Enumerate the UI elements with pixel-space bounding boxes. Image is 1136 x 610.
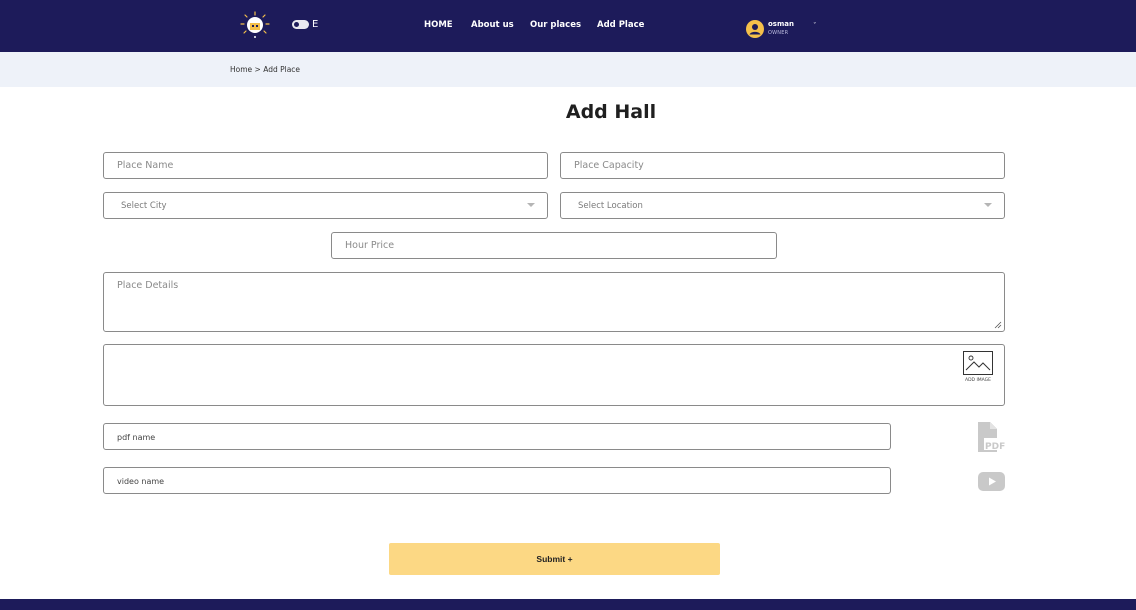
nav-our-places-link[interactable]: Our places	[530, 20, 581, 30]
video-name-value: video name	[117, 477, 165, 486]
place-capacity-placeholder: Place Capacity	[574, 160, 644, 171]
pdf-icon[interactable]: PDF	[976, 422, 1006, 452]
youtube-icon[interactable]	[978, 472, 1005, 491]
nav-home-link[interactable]: HOME	[424, 20, 453, 30]
place-details-placeholder: Place Details	[117, 280, 179, 291]
chevron-down-icon[interactable]: ˇ	[813, 22, 817, 30]
location-select[interactable]: Select Location	[560, 192, 1005, 219]
city-select[interactable]: Select City	[103, 192, 548, 219]
resize-handle-icon[interactable]	[994, 321, 1002, 329]
video-name-input[interactable]: video name	[103, 467, 891, 494]
user-name[interactable]: osman	[768, 20, 794, 28]
pdf-name-input[interactable]: pdf name	[103, 423, 891, 450]
theme-toggle-icon[interactable]	[292, 20, 309, 29]
place-name-placeholder: Place Name	[117, 160, 174, 171]
city-select-value: Select City	[121, 201, 167, 211]
image-upload-area[interactable]: ADD IMAGE	[103, 344, 1005, 406]
language-switch[interactable]: E	[312, 19, 318, 31]
location-select-value: Select Location	[578, 201, 643, 211]
add-image-icon[interactable]	[963, 351, 993, 375]
place-name-input[interactable]: Place Name	[103, 152, 548, 179]
place-capacity-input[interactable]: Place Capacity	[560, 152, 1005, 179]
pdf-name-value: pdf name	[117, 433, 156, 442]
nav-add-place-link[interactable]: Add Place	[597, 20, 644, 30]
user-avatar-icon[interactable]	[746, 20, 764, 38]
user-role: OWNER	[768, 30, 789, 36]
logo-icon[interactable]	[239, 11, 271, 39]
place-details-textarea[interactable]: Place Details	[103, 272, 1005, 332]
pdf-icon-label: PDF	[985, 442, 1005, 452]
nav-about-link[interactable]: About us	[471, 20, 514, 30]
breadcrumb[interactable]: Home > Add Place	[230, 65, 300, 74]
chevron-down-icon	[527, 203, 535, 207]
breadcrumb-bar	[0, 52, 1136, 87]
hour-price-placeholder: Hour Price	[345, 240, 395, 251]
hour-price-input[interactable]: Hour Price	[331, 232, 777, 259]
page-title: Add Hall	[565, 101, 657, 123]
submit-button[interactable]: Submit +	[389, 543, 720, 575]
footer-bar	[0, 599, 1136, 610]
chevron-down-icon	[984, 203, 992, 207]
submit-label: Submit +	[536, 554, 573, 564]
add-image-label: ADD IMAGE	[965, 378, 991, 383]
